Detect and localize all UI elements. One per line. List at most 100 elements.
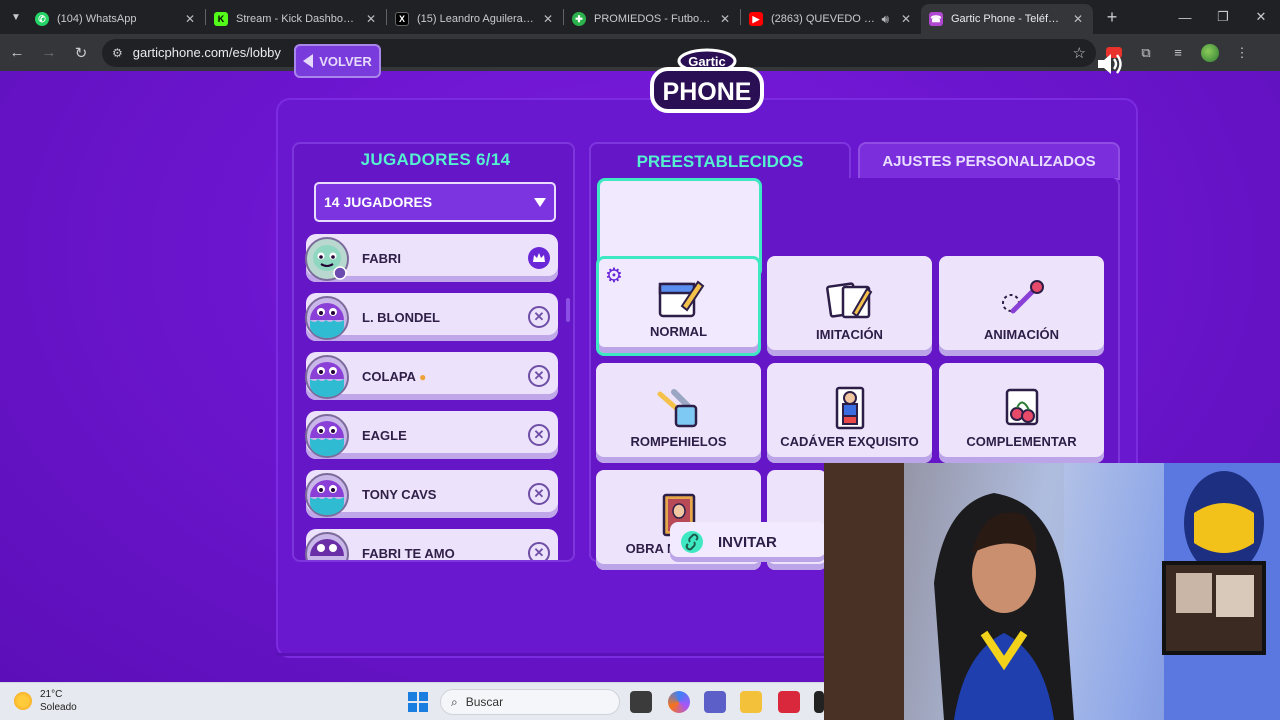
search-icon: ⌕ bbox=[451, 694, 458, 709]
kick-player-icon[interactable]: ✕ bbox=[528, 483, 550, 505]
tab-search-icon[interactable]: ▼ bbox=[5, 6, 27, 28]
ghost-avatar bbox=[305, 237, 349, 281]
tab-promiedos[interactable]: ✚ PROMIEDOS - Futbol Arge ✕ bbox=[564, 4, 740, 34]
gartic-phone-logo: Gartic PHONE bbox=[650, 48, 764, 113]
reload-icon[interactable]: ↻ bbox=[66, 38, 96, 68]
mode-label: ROMPEHIELOS bbox=[630, 434, 727, 449]
file-explorer-icon[interactable] bbox=[740, 691, 762, 713]
tab-title: PROMIEDOS - Futbol Arge bbox=[594, 13, 712, 25]
logo-top-text: Gartic bbox=[688, 54, 726, 69]
calendar-pencil-icon bbox=[658, 280, 704, 318]
invite-label: INVITAR bbox=[718, 533, 777, 551]
gartic-icon: ☎ bbox=[929, 12, 943, 26]
logo-bottom-text: PHONE bbox=[663, 78, 752, 106]
tab-gartic[interactable]: ☎ Gartic Phone - Teléfono De ✕ bbox=[921, 4, 1093, 34]
host-crown-icon bbox=[528, 247, 550, 269]
search-placeholder: Buscar bbox=[465, 695, 504, 709]
mode-card-normal[interactable]: ⚙ NORMAL bbox=[596, 256, 761, 356]
settings-gear-icon[interactable]: ⚙ bbox=[605, 263, 623, 288]
back-button[interactable]: VOLVER bbox=[294, 44, 381, 78]
tab-title: (2863) QUEVEDO || BZ bbox=[771, 13, 876, 25]
copilot-icon[interactable] bbox=[668, 691, 690, 713]
back-arrow-icon[interactable]: ← bbox=[2, 38, 32, 68]
cards-pencil-icon bbox=[825, 282, 872, 319]
close-tab-icon[interactable]: ✕ bbox=[1071, 12, 1085, 26]
windows-start-icon[interactable] bbox=[408, 692, 428, 712]
invite-button[interactable]: INVITAR bbox=[670, 522, 826, 562]
tab-whatsapp[interactable]: ✆ (104) WhatsApp ✕ bbox=[27, 4, 205, 34]
mode-card-animation[interactable]: ANIMACIÓN bbox=[939, 256, 1104, 356]
menu-kebab-icon[interactable]: ⋮ bbox=[1228, 39, 1256, 67]
profile-avatar[interactable] bbox=[1196, 39, 1224, 67]
pinned-app-icon[interactable] bbox=[814, 691, 824, 713]
player-name: TONY CAVS bbox=[362, 486, 437, 502]
bookmark-star-icon[interactable]: ☆ bbox=[1073, 44, 1086, 62]
tab-kick[interactable]: K Stream - Kick Dashboard ✕ bbox=[206, 4, 386, 34]
whatsapp-icon: ✆ bbox=[35, 12, 49, 26]
browser-toolbar: ← → ↻ ⚙ garticphone.com/es/lobby ☆ ⧉ ≡ ⋮ bbox=[0, 34, 1280, 71]
player-row: L. BLONDEL ✕ bbox=[305, 293, 558, 341]
weather-condition: Soleado bbox=[40, 702, 77, 713]
new-tab-icon[interactable]: + bbox=[1099, 4, 1125, 30]
minimize-icon[interactable]: — bbox=[1166, 0, 1204, 34]
speaker-icon[interactable] bbox=[1096, 52, 1124, 76]
store-icon[interactable] bbox=[778, 691, 800, 713]
tab-custom-label: AJUSTES PERSONALIZADOS bbox=[882, 152, 1096, 170]
promiedos-icon: ✚ bbox=[572, 12, 586, 26]
players-scrollbar[interactable] bbox=[566, 298, 570, 322]
close-tab-icon[interactable]: ✕ bbox=[364, 12, 378, 26]
taskbar-search[interactable]: ⌕ Buscar bbox=[440, 689, 620, 715]
kick-icon: K bbox=[214, 12, 228, 26]
mode-card-complement[interactable]: COMPLEMENTAR bbox=[939, 363, 1104, 463]
restore-icon[interactable]: ❐ bbox=[1204, 0, 1242, 34]
site-info-icon[interactable]: ⚙ bbox=[112, 46, 123, 60]
close-tab-icon[interactable]: ✕ bbox=[899, 12, 913, 26]
mode-card-icebreaker[interactable]: ROMPEHIELOS bbox=[596, 363, 761, 463]
player-row: COLAPA ● ✕ bbox=[305, 352, 558, 400]
url-text[interactable]: garticphone.com/es/lobby bbox=[133, 45, 1073, 60]
kick-player-icon[interactable]: ✕ bbox=[528, 365, 550, 387]
kick-player-icon[interactable]: ✕ bbox=[528, 542, 550, 560]
address-bar[interactable]: ⚙ garticphone.com/es/lobby ☆ bbox=[102, 38, 1096, 67]
max-players-value: 14 JUGADORES bbox=[324, 194, 433, 210]
audio-playing-icon[interactable]: 🔊︎ bbox=[881, 12, 889, 27]
tab-x[interactable]: X (15) Leandro Aguilera (@Te ✕ bbox=[387, 4, 563, 34]
tab-title: Stream - Kick Dashboard bbox=[236, 13, 358, 25]
webcam-overlay bbox=[824, 463, 1280, 720]
tab-presets-label: PREESTABLECIDOS bbox=[636, 152, 804, 171]
tab-presets[interactable]: PREESTABLECIDOS bbox=[589, 142, 851, 180]
kick-player-icon[interactable]: ✕ bbox=[528, 424, 550, 446]
temperature: 21°C bbox=[40, 689, 63, 700]
kick-player-icon[interactable]: ✕ bbox=[528, 306, 550, 328]
media-control-icon[interactable]: ≡ bbox=[1164, 39, 1192, 67]
tab-custom-settings[interactable]: AJUSTES PERSONALIZADOS bbox=[858, 142, 1120, 180]
tab-title: (15) Leandro Aguilera (@Te bbox=[417, 13, 535, 25]
x-icon: X bbox=[395, 12, 409, 26]
mode-card-exquisite-corpse[interactable]: CADÁVER EXQUISITO bbox=[767, 363, 932, 463]
players-panel: JUGADORES 6/14 14 JUGADORES FABRI L. BLO… bbox=[292, 142, 575, 562]
paint-brush-icon bbox=[1001, 280, 1044, 314]
weather-text: 21°C Soleado bbox=[40, 688, 77, 714]
weather-widget[interactable]: 21°C Soleado bbox=[14, 688, 77, 714]
player-name: L. BLONDEL bbox=[362, 309, 440, 325]
close-tab-icon[interactable]: ✕ bbox=[183, 12, 197, 26]
close-window-icon[interactable]: ✕ bbox=[1242, 0, 1280, 34]
max-players-dropdown[interactable]: 14 JUGADORES bbox=[314, 182, 556, 222]
youtube-icon: ▶ bbox=[749, 12, 763, 26]
close-tab-icon[interactable]: ✕ bbox=[541, 12, 555, 26]
extensions-puzzle-icon[interactable]: ⧉ bbox=[1132, 39, 1160, 67]
browser-tab-bar: ▼ ✆ (104) WhatsApp ✕ K Stream - Kick Das… bbox=[0, 0, 1280, 34]
mode-card-imitation[interactable]: IMITACIÓN bbox=[767, 256, 932, 356]
teams-icon[interactable] bbox=[704, 691, 726, 713]
ice-hammer-icon bbox=[657, 389, 697, 428]
task-view-icon[interactable] bbox=[630, 691, 652, 713]
purple-bird-avatar bbox=[305, 296, 349, 340]
mode-label: NORMAL bbox=[649, 324, 708, 339]
tab-youtube[interactable]: ▶ (2863) QUEVEDO || BZ 🔊︎ ✕ bbox=[741, 4, 921, 34]
superhero-icon bbox=[835, 386, 864, 430]
forward-arrow-icon[interactable]: → bbox=[34, 38, 64, 68]
link-icon bbox=[681, 531, 703, 553]
close-tab-icon[interactable]: ✕ bbox=[718, 12, 732, 26]
player-row: TONY CAVS ✕ bbox=[305, 470, 558, 518]
streamer-camera-feed bbox=[824, 463, 1280, 720]
